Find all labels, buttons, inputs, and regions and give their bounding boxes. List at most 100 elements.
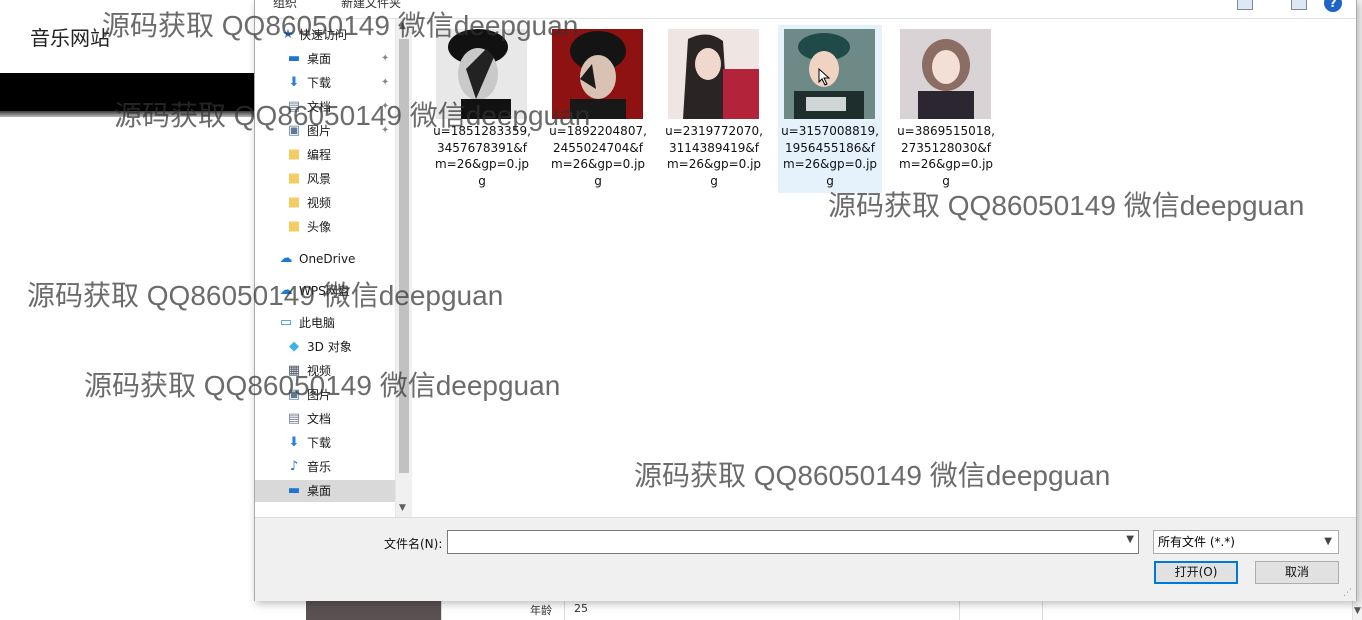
nav-item[interactable]: ▤ 文档	[255, 408, 395, 430]
nav-item-label: 音乐	[307, 460, 332, 474]
nav-item-label: 快速访问	[299, 28, 348, 42]
cancel-button[interactable]: 取消	[1255, 561, 1339, 584]
file-type-select[interactable]: 所有文件 (*.*) ▼	[1153, 530, 1339, 554]
image-thumbnail	[900, 29, 991, 119]
file-name: u=2319772070,3114389419&fm=26&gp=0.jpg	[665, 124, 763, 188]
nav-item-label: 图片	[307, 124, 332, 138]
image-thumbnail	[552, 29, 643, 119]
nav-item-label: OneDrive	[299, 252, 356, 266]
new-folder-button[interactable]: 新建文件夹	[341, 0, 401, 11]
picture-icon: ▣	[287, 387, 301, 402]
nav-item-label: 文档	[307, 412, 332, 426]
nav-item[interactable]: ⬇ 下载 ✦	[255, 72, 395, 94]
profile-row-label: 年龄	[530, 604, 552, 617]
nav-item[interactable]: ☁ OneDrive	[255, 248, 395, 270]
nav-item[interactable]: ▭ 此电脑	[255, 312, 395, 334]
folder-icon: ■	[287, 147, 301, 162]
image-thumbnail	[668, 29, 759, 119]
nav-item[interactable]: ■ 编程	[255, 144, 395, 166]
nav-item-label: 下载	[307, 436, 332, 450]
nav-item-label: 文档	[307, 100, 332, 114]
nav-item[interactable]: ⬇ 下载	[255, 432, 395, 454]
dialog-bottom-bar: 文件名(N): ▼ 所有文件 (*.*) ▼ 打开(O) 取消 ⋰	[255, 517, 1356, 601]
filename-input[interactable]: ▼	[447, 530, 1139, 554]
scroll-down-arrow-icon[interactable]: ▼	[1354, 606, 1361, 616]
file-open-dialog: 组织 新建文件夹 ? ★ 快速访问 ▬ 桌面 ✦ ⬇ 下载 ✦ ▤ 文档 ✦ ▣ 图片 ✦ ■ 编程 ■ 风景 ■ 视…	[254, 0, 1357, 601]
pin-icon[interactable]: ✦	[381, 96, 389, 118]
file-item[interactable]: u=3157008819,1956455186&fm=26&gp=0.jpg	[778, 25, 882, 193]
open-button[interactable]: 打开(O)	[1154, 561, 1238, 584]
resize-grip-icon[interactable]: ⋰	[1343, 588, 1352, 598]
nav-item-label: 视频	[307, 364, 332, 378]
help-icon[interactable]: ?	[1324, 0, 1342, 12]
nav-item[interactable]: ★ 快速访问	[255, 24, 395, 46]
star-icon: ★	[282, 27, 294, 42]
nav-item[interactable]: ☁ WPS网盘	[255, 280, 395, 302]
nav-item[interactable]: ▣ 图片 ✦	[255, 120, 395, 142]
pin-icon[interactable]: ✦	[381, 120, 389, 142]
nav-item[interactable]: ▤ 文档 ✦	[255, 96, 395, 118]
preview-pane-icon[interactable]	[1291, 0, 1307, 10]
navigation-pane: ★ 快速访问 ▬ 桌面 ✦ ⬇ 下载 ✦ ▤ 文档 ✦ ▣ 图片 ✦ ■ 编程 ■ 风景 ■ 视频 ■ 头像 ☁ OneDri…	[255, 19, 395, 517]
nav-item[interactable]: ▬ 桌面	[255, 480, 395, 502]
folder-icon: ■	[287, 219, 301, 234]
nav-item[interactable]: ■ 视频	[255, 192, 395, 214]
nav-item[interactable]: ■ 头像	[255, 216, 395, 238]
profile-row-value: 25	[574, 602, 588, 615]
nav-item[interactable]: ▬ 桌面 ✦	[255, 48, 395, 70]
nav-item-label: 桌面	[307, 52, 332, 66]
folder-icon: ■	[287, 171, 301, 186]
nav-item-label: 头像	[307, 220, 332, 234]
file-name: u=1892204807,2455024704&fm=26&gp=0.jpg	[549, 124, 647, 188]
computer-icon: ▭	[279, 315, 293, 330]
nav-item-label: 3D 对象	[307, 340, 352, 354]
scrollbar-thumb[interactable]	[399, 39, 409, 473]
document-icon: ▤	[287, 99, 301, 114]
dialog-toolbar: 组织 新建文件夹 ?	[255, 0, 1356, 18]
file-type-value: 所有文件 (*.*)	[1158, 535, 1235, 549]
scroll-down-arrow-icon[interactable]: ▼	[399, 503, 406, 513]
cloud-icon: ☁	[279, 283, 293, 298]
view-options-icon[interactable]	[1237, 0, 1253, 10]
desktop-icon: ▬	[287, 51, 301, 66]
download-icon: ⬇	[288, 75, 300, 90]
image-thumbnail	[436, 29, 527, 119]
nav-item[interactable]: ■ 风景	[255, 168, 395, 190]
nav-item-label: 下载	[307, 76, 332, 90]
file-name: u=3869515018,2735128030&fm=26&gp=0.jpg	[897, 124, 995, 188]
file-item[interactable]: u=1892204807,2455024704&fm=26&gp=0.jpg	[546, 25, 650, 193]
organize-button[interactable]: 组织	[273, 0, 297, 11]
pin-icon[interactable]: ✦	[381, 48, 389, 70]
site-title: 音乐网站	[30, 26, 110, 50]
nav-item[interactable]: ♪ 音乐	[255, 456, 395, 478]
cloud-icon: ☁	[279, 251, 293, 266]
file-item[interactable]: u=2319772070,3114389419&fm=26&gp=0.jpg	[662, 25, 766, 193]
pin-icon[interactable]: ✦	[381, 72, 389, 94]
nav-item[interactable]: ▦ 视频	[255, 360, 395, 382]
download-icon: ⬇	[288, 435, 300, 450]
nav-item[interactable]: ◆ 3D 对象	[255, 336, 395, 358]
nav-item[interactable]: ▣ 图片	[255, 384, 395, 406]
chevron-down-icon[interactable]: ▼	[1126, 534, 1134, 545]
header-bar-shadow	[0, 111, 256, 117]
nav-item-label: 视频	[307, 196, 332, 210]
nav-item-label: 桌面	[307, 484, 332, 498]
navigation-scrollbar[interactable]: ▲ ▼	[395, 19, 412, 517]
nav-item-label: 编程	[307, 148, 332, 162]
file-item[interactable]: u=1851283359,3457678391&fm=26&gp=0.jpg	[430, 25, 534, 193]
cube-icon: ◆	[289, 339, 299, 354]
document-icon: ▤	[287, 411, 301, 426]
nav-item-label: 风景	[307, 172, 332, 186]
filename-label: 文件名(N):	[384, 537, 443, 551]
folder-icon: ■	[287, 195, 301, 210]
music-icon: ♪	[289, 459, 299, 474]
scroll-up-arrow-icon[interactable]: ▲	[399, 21, 406, 31]
picture-icon: ▣	[287, 123, 301, 138]
file-item[interactable]: u=3869515018,2735128030&fm=26&gp=0.jpg	[894, 25, 998, 193]
nav-item-label: WPS网盘	[299, 284, 350, 298]
header-black-bar	[0, 73, 256, 111]
nav-item-label: 图片	[307, 388, 332, 402]
desktop-icon: ▬	[287, 483, 301, 498]
file-name: u=3157008819,1956455186&fm=26&gp=0.jpg	[781, 124, 879, 188]
chevron-down-icon[interactable]: ▼	[1324, 531, 1332, 553]
